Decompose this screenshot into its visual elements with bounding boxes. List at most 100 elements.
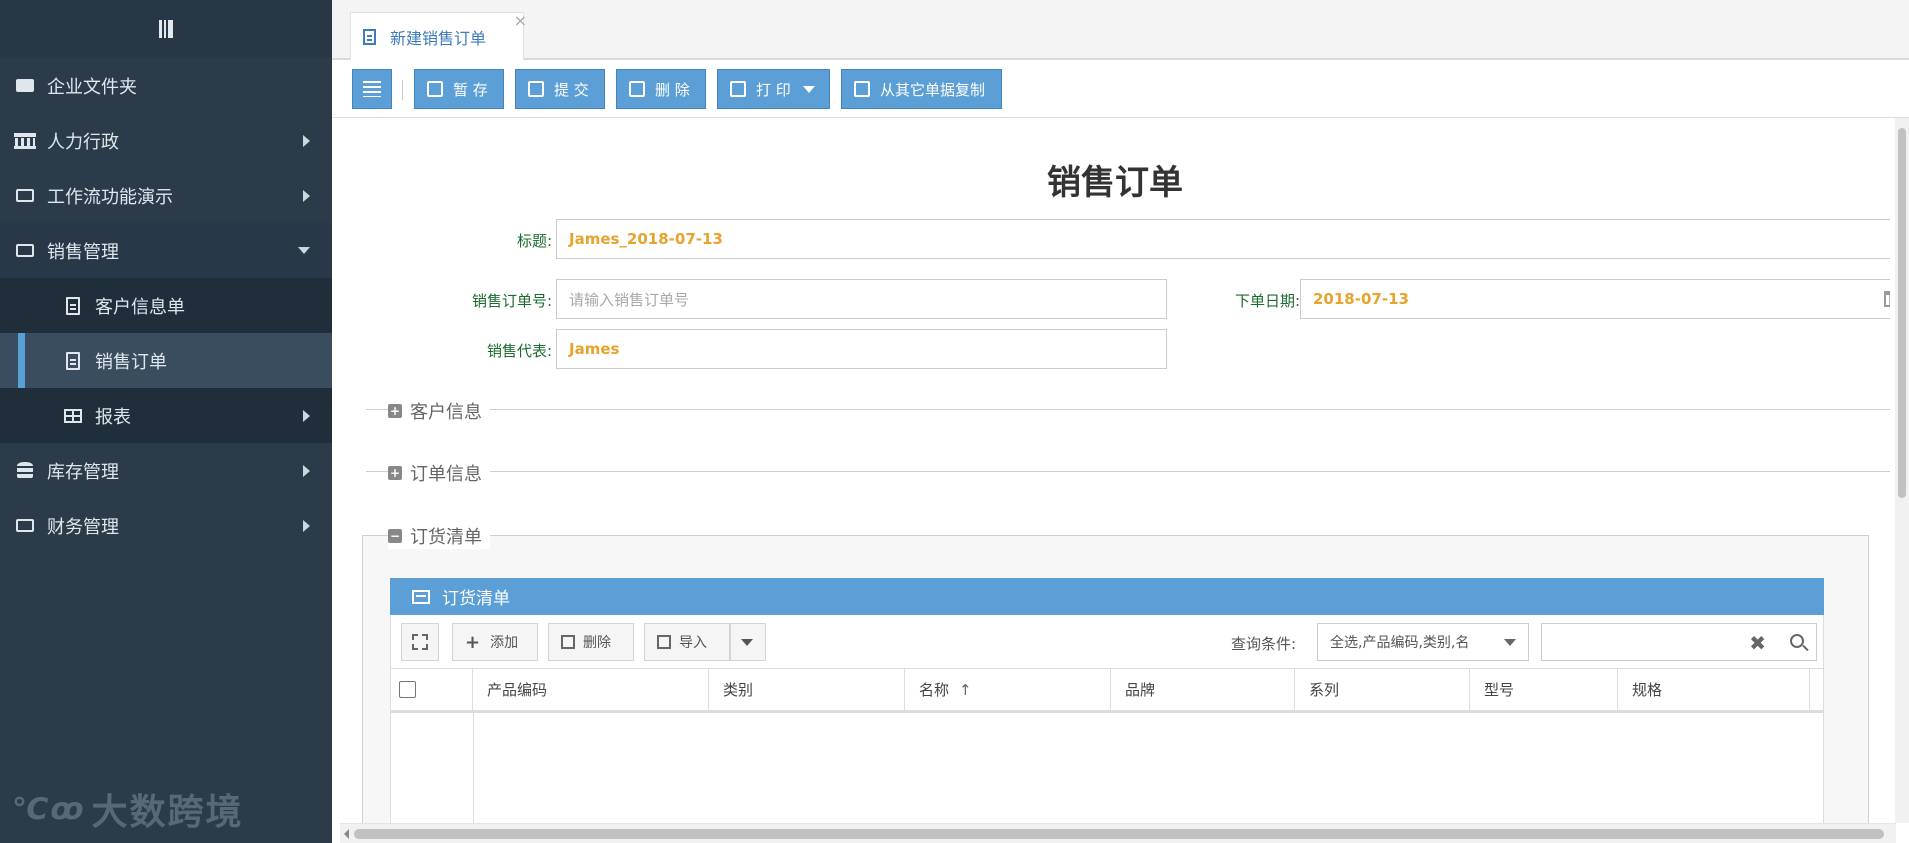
- sidebar-item-finance[interactable]: 财务管理: [0, 498, 332, 553]
- fullscreen-button[interactable]: [401, 623, 439, 661]
- import-button[interactable]: 导入: [644, 623, 730, 661]
- sidebar-submenu-sales: 客户信息单 销售订单 报表: [0, 278, 332, 443]
- sales-rep-field[interactable]: James: [556, 329, 1167, 369]
- sidebar-item-label: 工作流功能演示: [47, 186, 173, 208]
- sidebar-item-label: 企业文件夹: [47, 76, 137, 98]
- section-order-info-label: 订单信息: [410, 464, 482, 485]
- bank-icon: [14, 132, 36, 149]
- close-icon[interactable]: ×: [514, 11, 527, 30]
- sidebar-item-workflow-demo[interactable]: 工作流功能演示: [0, 168, 332, 223]
- select-all-cell[interactable]: [391, 669, 473, 710]
- import-label: 导入: [679, 635, 707, 651]
- check-square-icon: [528, 81, 544, 97]
- sidebar-item-hr-admin[interactable]: 人力行政: [0, 113, 332, 168]
- tab-bar: 新建销售订单 ×: [332, 0, 1909, 60]
- horizontal-scroll-thumb[interactable]: [354, 829, 1884, 839]
- sort-asc-icon: ↑: [959, 680, 972, 699]
- caret-down-icon: [741, 638, 753, 646]
- trash-icon: [629, 81, 645, 97]
- clear-icon[interactable]: ✖: [1749, 631, 1766, 655]
- table-icon: [62, 408, 84, 424]
- save-draft-label: 暂 存: [453, 80, 488, 99]
- excel-icon: [657, 635, 671, 649]
- chevron-down-icon: [298, 247, 310, 254]
- save-draft-button[interactable]: 暂 存: [414, 69, 504, 109]
- order-no-field[interactable]: 请输入销售订单号: [556, 279, 1167, 319]
- sidebar-item-label: 库存管理: [47, 461, 119, 483]
- sidebar-item-customer-info[interactable]: 客户信息单: [0, 278, 332, 333]
- sidebar-item-reports[interactable]: 报表: [0, 388, 332, 443]
- section-customer-info[interactable]: + 客户信息: [388, 398, 490, 424]
- import-dropdown-button[interactable]: [730, 623, 766, 661]
- col-spec[interactable]: 规格: [1618, 669, 1810, 710]
- chevron-right-icon: [303, 519, 310, 532]
- order-date-value: 2018-07-13: [1313, 290, 1409, 308]
- brand-name: 大数跨境: [91, 792, 244, 833]
- section-divider: [366, 471, 1890, 472]
- vertical-scrollbar[interactable]: [1895, 118, 1909, 823]
- plus-icon: +: [465, 631, 481, 653]
- col-model[interactable]: 型号: [1470, 669, 1618, 710]
- chevron-right-icon: [303, 189, 310, 202]
- section-order-info[interactable]: + 订单信息: [388, 460, 490, 486]
- sidebar-item-company-folder[interactable]: 企业文件夹: [0, 58, 332, 113]
- copy-from-other-button[interactable]: 从其它单据复制: [841, 69, 1002, 109]
- col-category[interactable]: 类别: [709, 669, 905, 710]
- col-name[interactable]: 名称 ↑: [905, 669, 1111, 710]
- query-condition-select[interactable]: 全选,产品编码,类别,名: [1317, 623, 1529, 661]
- folder-open-icon: [14, 188, 36, 204]
- menu-toggle-icon[interactable]: [159, 20, 173, 38]
- calendar-icon[interactable]: [1884, 291, 1890, 307]
- section-order-items[interactable]: − 订货清单: [388, 523, 490, 549]
- vertical-scroll-thumb[interactable]: [1898, 128, 1906, 498]
- brand-logo: ℃ꝏ: [12, 791, 86, 827]
- delete-row-button[interactable]: 删除: [548, 623, 634, 661]
- horizontal-scrollbar[interactable]: [340, 823, 1896, 843]
- folder-open-icon: [14, 518, 36, 534]
- tab-new-sales-order[interactable]: 新建销售订单 ×: [350, 11, 527, 60]
- select-all-checkbox[interactable]: [399, 681, 416, 698]
- sidebar-item-label: 销售订单: [95, 351, 167, 373]
- col-product-code[interactable]: 产品编码: [473, 669, 709, 710]
- copy-icon: [854, 81, 870, 97]
- delete-button[interactable]: 删 除: [616, 69, 706, 109]
- add-row-button[interactable]: + 添加: [452, 623, 538, 661]
- sidebar-item-label: 财务管理: [47, 516, 119, 538]
- section-divider: [366, 409, 1890, 410]
- title-label: 标题:: [516, 232, 552, 250]
- sidebar-item-label: 人力行政: [47, 131, 119, 153]
- query-condition-label: 查询条件:: [1231, 635, 1297, 653]
- query-condition-value: 全选,产品编码,类别,名: [1330, 635, 1470, 651]
- sidebar-toggle[interactable]: [0, 0, 332, 58]
- search-icon[interactable]: [1790, 634, 1804, 648]
- scroll-left-icon[interactable]: [344, 829, 349, 839]
- sidebar-item-inventory[interactable]: 库存管理: [0, 443, 332, 498]
- list-view-button[interactable]: [352, 69, 392, 109]
- copy-from-other-label: 从其它单据复制: [880, 80, 986, 99]
- title-field[interactable]: James_2018-07-13: [556, 219, 1890, 259]
- submit-button[interactable]: 提 交: [515, 69, 605, 109]
- print-label: 打 印: [756, 80, 791, 99]
- folder-icon: [14, 78, 36, 94]
- caret-down-icon[interactable]: [802, 85, 815, 93]
- trash-icon: [561, 635, 575, 649]
- col-brand[interactable]: 品牌: [1111, 669, 1295, 710]
- print-button[interactable]: 打 印: [717, 69, 830, 109]
- grid-search-input[interactable]: ✖: [1541, 623, 1817, 661]
- document-icon: [62, 296, 84, 315]
- print-icon: [730, 81, 746, 97]
- sidebar-item-sales-order[interactable]: 销售订单: [0, 333, 332, 388]
- database-icon: [14, 461, 36, 480]
- expand-plus-icon: +: [388, 404, 402, 418]
- save-icon: [427, 81, 443, 97]
- order-date-field[interactable]: 2018-07-13: [1300, 279, 1890, 319]
- chevron-right-icon: [303, 464, 310, 477]
- main-area: 新建销售订单 × 暂 存 提 交 删 除 打 印 从其它单据复制 销售订单 标题…: [332, 0, 1909, 843]
- col-series[interactable]: 系列: [1295, 669, 1470, 710]
- folder-open-icon: [14, 243, 36, 259]
- grid-column-divider: [473, 713, 474, 831]
- sidebar-item-sales-management[interactable]: 销售管理: [0, 223, 332, 278]
- document-icon: [62, 351, 84, 370]
- section-customer-info-label: 客户信息: [410, 402, 482, 423]
- sales-rep-label: 销售代表:: [486, 342, 552, 360]
